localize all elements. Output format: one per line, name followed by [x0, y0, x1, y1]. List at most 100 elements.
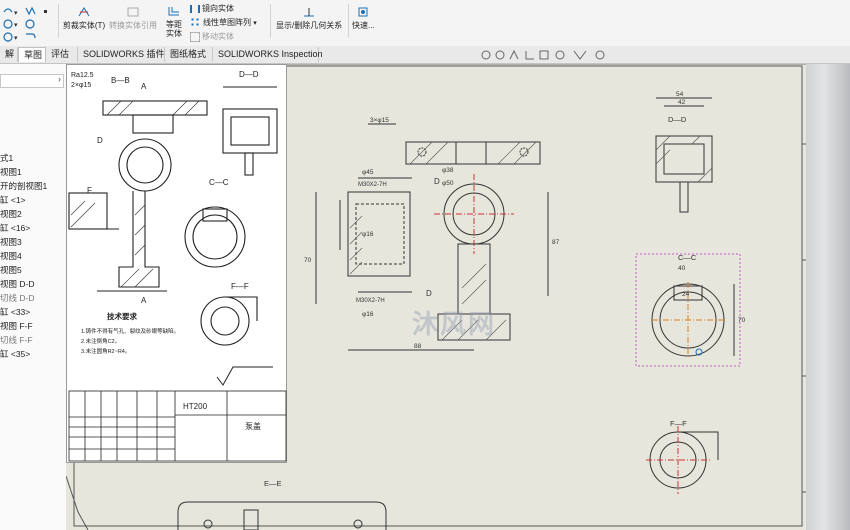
trim-entities-label: 剪裁实体(T) [62, 21, 106, 30]
tree-item[interactable]: 缸 <16> [0, 222, 30, 234]
linear-pattern-button[interactable]: 线性草图阵列 ▾ [190, 17, 257, 29]
dim-label: 54 [676, 91, 684, 98]
move-entities-label: 移动实体 [202, 32, 234, 41]
convert-entities-button[interactable]: 转换实体引用 [108, 6, 158, 31]
task-pane [806, 64, 850, 530]
svg-text:▾: ▾ [14, 22, 18, 29]
sketch-tool-icons[interactable]: ▾ ▾ ▾ [2, 4, 52, 42]
ref-label: 2.未注倒角C2。 [81, 337, 120, 345]
tree-item[interactable]: 视图3 [0, 236, 22, 248]
view-title-dd: D—D [668, 115, 687, 124]
svg-text:▾: ▾ [14, 35, 18, 42]
previous-view-icon [509, 49, 519, 60]
column-marker: 4 [332, 64, 336, 66]
offset-icon [168, 7, 179, 16]
tree-item[interactable]: 缸 <35> [0, 348, 30, 360]
dim-label: M30X2-7H [358, 182, 387, 188]
tab-inspection[interactable]: SOLIDWORKS Inspection [213, 47, 323, 62]
quick-snaps-button[interactable]: 快速... [352, 6, 375, 31]
dim-label: 42 [678, 99, 686, 106]
tree-item[interactable]: 视图5 [0, 264, 22, 276]
sketch-tools-group[interactable]: ▾ ▾ ▾ [2, 4, 52, 44]
mirror-entities-label: 镜向实体 [202, 4, 234, 13]
snap-icon [358, 7, 368, 17]
view-ff [646, 426, 719, 494]
relations-icon [304, 8, 315, 17]
ref-label: Ra12.5 [71, 72, 94, 79]
feature-manager-tree[interactable]: › 式1 视图1 开的剖视图1 缸 <1> 视图2 缸 <16> 视图3 视图4… [0, 64, 67, 530]
quick-snaps-label: 快速... [352, 21, 375, 30]
dim-label: φ45 [362, 169, 374, 176]
dim-label: 70 [738, 317, 746, 324]
reference-drawing-graphics: Ra12.5 2×φ15 B—B A A D F D—D C—C F—F 技术要… [68, 70, 287, 462]
hide-show-icon [573, 50, 587, 60]
tree-item[interactable]: 视图 F-F [0, 320, 33, 332]
tab-sheet-format[interactable]: 图纸格式 [165, 47, 213, 62]
linear-pattern-dropdown-icon[interactable]: ▾ [253, 20, 257, 27]
tree-item[interactable]: 式1 [0, 152, 13, 164]
tab-0[interactable]: 解 [0, 47, 18, 62]
tree-item[interactable]: 缸 <33> [0, 306, 30, 318]
offset-entities-label: 等距实体 [166, 20, 182, 38]
move-entities-button[interactable]: 移动实体 [190, 31, 234, 42]
ref-label: 2×φ15 [71, 82, 91, 89]
convert-entities-label: 转换实体引用 [109, 21, 157, 30]
dim-label: 87 [552, 239, 560, 246]
mirror-entities-button[interactable]: 镜向实体 [190, 3, 234, 14]
dim-label: 70 [304, 257, 312, 264]
display-relations-label: 显示/删除几何关系 [276, 21, 343, 30]
ref-label: B—B [111, 76, 130, 85]
linear-pattern-icon [190, 17, 201, 29]
column-marker: 6 [538, 64, 542, 66]
dim-label: φ16 [362, 311, 374, 318]
reference-drawing-image[interactable]: Ra12.5 2×φ15 B—B A A D F D—D C—C F—F 技术要… [66, 64, 287, 463]
section-view-icon [525, 51, 534, 60]
column-marker: 8 [758, 64, 762, 66]
tab-sketch[interactable]: 草图 [18, 47, 46, 62]
drawing-canvas[interactable]: 4 5 6 7 8 B C D [66, 64, 850, 530]
view-title-cc: C—C [678, 253, 697, 262]
section-arrow-label: D [426, 289, 432, 298]
ref-label: HT200 [183, 402, 208, 411]
command-ribbon: ▾ ▾ ▾ 剪裁实体(T) 转换实体引用 等距实体 镜向实体 线性草图阵列 ▾ … [0, 0, 850, 47]
tree-item[interactable]: 开的剖视图1 [0, 180, 47, 192]
tree-item[interactable]: 视图4 [0, 250, 22, 262]
trim-entities-button[interactable]: 剪裁实体(T) [62, 6, 106, 31]
dim-label: 88 [414, 343, 422, 350]
ref-label: A [141, 82, 147, 91]
offset-entities-button[interactable]: 等距实体 [162, 4, 186, 38]
chevron-right-icon[interactable]: › [58, 74, 61, 84]
view-ee [66, 475, 387, 530]
heads-up-view-toolbar[interactable] [478, 47, 628, 63]
tree-item[interactable]: 缸 <1> [0, 194, 26, 206]
display-relations-button[interactable]: 显示/删除几何关系 [276, 6, 342, 31]
zoom-area-icon [495, 50, 505, 60]
dim-label: 40 [678, 265, 686, 272]
ref-label: 泵盖 [245, 421, 261, 431]
view-title-ff: F—F [670, 419, 687, 428]
tree-item[interactable]: 视图1 [0, 166, 22, 178]
dim-label: 3×φ15 [370, 117, 389, 124]
dim-label: φ50 [442, 180, 454, 187]
tab-addins[interactable]: SOLIDWORKS 插件 [78, 47, 165, 62]
tab-evaluate[interactable]: 评估 [46, 47, 78, 62]
ref-label: C—C [209, 178, 229, 187]
linear-pattern-label: 线性草图阵列 [203, 18, 251, 27]
appearance-icon [595, 50, 605, 60]
tree-filter-box[interactable]: › [0, 74, 64, 88]
trim-icon [78, 7, 90, 17]
ref-label: 技术要求 [107, 311, 137, 321]
svg-text:▾: ▾ [14, 10, 18, 17]
convert-icon [127, 7, 139, 17]
ref-label: A [141, 296, 147, 305]
dim-label: M30X2-7H [356, 298, 385, 304]
mirror-icon [190, 4, 200, 13]
ref-label: 1.铸件不得有气孔、裂纹及砂眼等缺陷。 [81, 327, 179, 335]
tree-item[interactable]: 视图 D-D [0, 278, 34, 290]
drawing-sheet[interactable]: 4 5 6 7 8 B C D [66, 64, 806, 530]
tree-item[interactable]: 视图2 [0, 208, 22, 220]
dim-label: 24 [682, 291, 690, 298]
tree-item[interactable]: 切线 D-D [0, 292, 34, 304]
tree-item[interactable]: 切线 F-F [0, 334, 33, 346]
ref-label: D—D [239, 70, 259, 79]
